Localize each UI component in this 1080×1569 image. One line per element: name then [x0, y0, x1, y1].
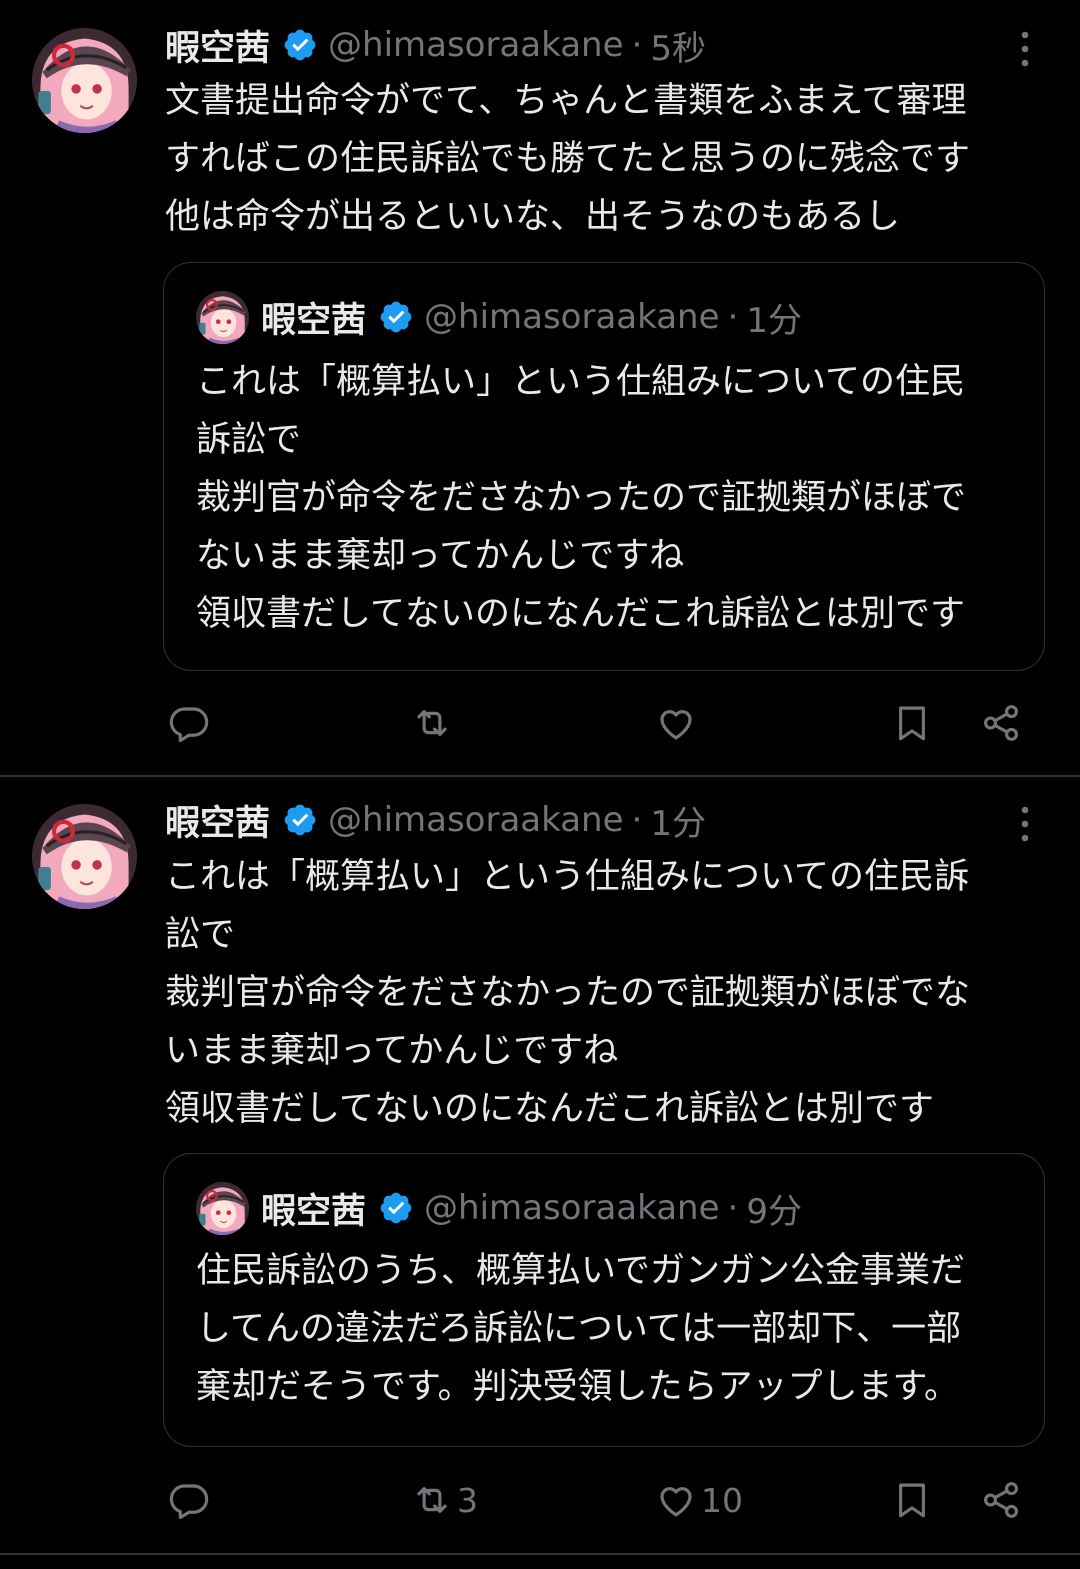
heart-icon — [655, 702, 697, 744]
like-count: 10 — [701, 1480, 743, 1520]
quote-text: これは「概算払い」という仕組みについての住民 訴訟で 裁判官が命令をださなかった… — [196, 362, 967, 634]
tweet-text: 文書提出命令がでて、ちゃんと書類をふまえて審理 すればこの住民訴訟でも勝てたと思… — [165, 81, 971, 237]
retweet-count: 3 — [457, 1480, 478, 1520]
quote-author-handle: @himasoraakane — [424, 297, 720, 337]
share-icon — [980, 702, 1022, 744]
reply-icon — [168, 1479, 210, 1521]
quote-timestamp: 1分 — [746, 300, 802, 341]
like-button[interactable] — [655, 693, 701, 753]
separator: · — [727, 297, 739, 337]
tweet[interactable]: 暇空茜 @himasoraakane · 1分 これは「概算払い」という仕組みに… — [0, 778, 1080, 1554]
author-handle[interactable]: @himasoraakane — [328, 25, 624, 65]
quote-avatar — [196, 1181, 249, 1235]
retweet-button[interactable] — [411, 693, 457, 753]
verified-badge-icon — [282, 27, 318, 63]
bookmark-button[interactable] — [891, 693, 933, 753]
retweet-icon — [411, 702, 453, 744]
divider — [0, 775, 1080, 777]
quote-timestamp: 9分 — [746, 1191, 802, 1232]
action-bar: 3 10 — [0, 1470, 1080, 1530]
author-handle[interactable]: @himasoraakane — [328, 800, 624, 840]
reply-button[interactable] — [168, 693, 214, 753]
retweet-button[interactable]: 3 — [411, 1470, 478, 1530]
verified-badge-icon — [282, 802, 318, 838]
quote-text: 住民訴訟のうち、概算払いでガンガン公金事業だ してんの違法だろ訴訟については一部… — [196, 1251, 965, 1407]
tweet-text: これは「概算払い」という仕組みについての住民訴 訟で 裁判官が命令をださなかった… — [165, 857, 971, 1129]
avatar-image — [196, 291, 249, 344]
bookmark-icon — [891, 702, 933, 744]
quoted-tweet[interactable]: 暇空茜 @himasoraakane · 1分 これは「概算払い」という仕組みに… — [163, 262, 1045, 671]
quote-header: 暇空茜 @himasoraakane · 1分 — [196, 289, 802, 345]
reply-icon — [168, 702, 210, 744]
quote-avatar — [196, 290, 249, 344]
tweet-header: 暇空茜 @himasoraakane · 5秒 — [165, 20, 706, 70]
share-button[interactable] — [980, 1470, 1022, 1530]
bookmark-button[interactable] — [891, 1470, 933, 1530]
quote-author-name: 暇空茜 — [261, 1191, 367, 1232]
verified-badge-icon — [378, 299, 414, 335]
tweet-header: 暇空茜 @himasoraakane · 1分 — [165, 795, 706, 845]
author-name[interactable]: 暇空茜 — [165, 20, 270, 71]
quote-author-name: 暇空茜 — [261, 300, 367, 341]
reply-button[interactable] — [168, 1470, 214, 1530]
bookmark-icon — [891, 1479, 933, 1521]
quote-header: 暇空茜 @himasoraakane · 9分 — [196, 1180, 802, 1236]
share-icon — [980, 1479, 1022, 1521]
separator: · — [631, 25, 643, 65]
more-vertical-icon[interactable] — [1010, 29, 1040, 69]
share-button[interactable] — [980, 693, 1022, 753]
retweet-icon — [411, 1479, 453, 1521]
heart-icon — [655, 1479, 697, 1521]
like-button[interactable]: 10 — [655, 1470, 743, 1530]
timestamp[interactable]: 5秒 — [650, 21, 706, 70]
quote-author-handle: @himasoraakane — [424, 1188, 720, 1228]
avatar[interactable] — [32, 28, 137, 133]
avatar[interactable] — [32, 804, 137, 909]
separator: · — [631, 800, 643, 840]
timestamp[interactable]: 1分 — [650, 796, 706, 845]
quoted-tweet[interactable]: 暇空茜 @himasoraakane · 9分 住民訴訟のうち、概算払いでガンガ… — [163, 1153, 1045, 1447]
avatar-image — [32, 804, 137, 909]
verified-badge-icon — [378, 1190, 414, 1226]
avatar-image — [196, 1182, 249, 1235]
action-bar — [0, 693, 1080, 753]
separator: · — [727, 1188, 739, 1228]
divider — [0, 1553, 1080, 1555]
avatar-image — [32, 28, 137, 133]
author-name[interactable]: 暇空茜 — [165, 795, 270, 846]
tweet[interactable]: 暇空茜 @himasoraakane · 5秒 文書提出命令がでて、ちゃんと書類… — [0, 0, 1080, 776]
more-vertical-icon[interactable] — [1010, 804, 1040, 844]
